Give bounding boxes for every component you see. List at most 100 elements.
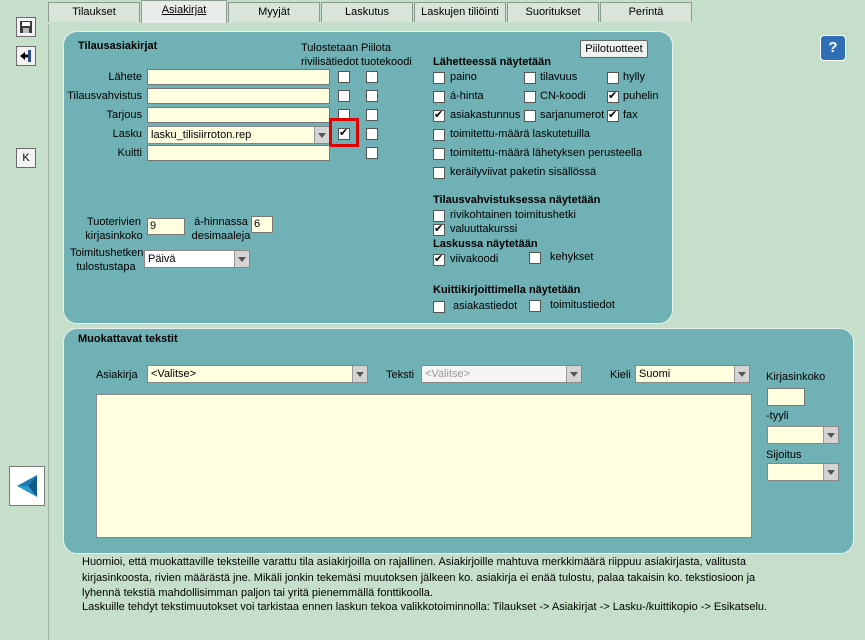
sarjanumerot-label: sarjanumerot xyxy=(540,109,605,121)
style-select[interactable] xyxy=(767,426,839,444)
chevron-down-icon xyxy=(823,427,838,443)
lahete-print-checkbox[interactable] xyxy=(338,71,350,83)
fax-checkbox[interactable] xyxy=(607,110,619,122)
kehykset-checkbox[interactable] xyxy=(529,252,541,264)
tab-label: Perintä xyxy=(628,6,664,18)
help-icon[interactable]: ? xyxy=(820,35,846,61)
valuuttakurssi-label: valuuttakurssi xyxy=(450,223,518,235)
decimals-input[interactable]: 6 xyxy=(251,216,273,233)
documents-title: Tilausasiakirjat xyxy=(78,40,158,52)
paino-label: paino xyxy=(450,71,477,83)
asiakirja-value: <Valitse> xyxy=(151,368,197,380)
documents-panel: Tilausasiakirjat Tulostetaan rivilisätie… xyxy=(63,31,673,324)
tilavuus-checkbox[interactable] xyxy=(524,72,536,84)
sarjanumerot-checkbox[interactable] xyxy=(524,110,536,122)
custom-texts-title: Muokattavat tekstit xyxy=(78,333,178,345)
kieli-label: Kieli xyxy=(610,369,631,381)
tab-label: Myyjät xyxy=(258,6,290,18)
cn-koodi-checkbox[interactable] xyxy=(524,91,536,103)
k-button[interactable]: K xyxy=(16,148,36,168)
lahete-hide-checkbox[interactable] xyxy=(366,71,378,83)
kieli-value: Suomi xyxy=(639,368,671,380)
lasku-select[interactable]: lasku_tilisiirroton.rep xyxy=(147,126,330,144)
chevron-down-icon xyxy=(352,366,367,382)
toimitustiedot-label: toimitustiedot xyxy=(550,299,615,311)
font-size-label-2: Kirjasinkoko xyxy=(766,371,826,383)
row-label-kuitti: Kuitti xyxy=(117,147,142,159)
rivikohtainen-checkbox[interactable] xyxy=(433,210,445,222)
viivakoodi-checkbox[interactable] xyxy=(433,254,445,266)
chevron-down-icon xyxy=(734,366,749,382)
hylly-checkbox[interactable] xyxy=(607,72,619,84)
row-label-tarjous: Tarjous xyxy=(106,109,142,121)
tab-label: Suoritukset xyxy=(525,6,581,18)
lasku-hide-checkbox[interactable] xyxy=(366,128,378,140)
row-label-lahete: Lähete xyxy=(108,71,142,83)
tab-suoritukset[interactable]: Suoritukset xyxy=(507,2,599,22)
delivery-label: Toimitushetken tulostustapa xyxy=(70,247,144,273)
delivery-select[interactable]: Päivä xyxy=(144,250,250,268)
note-text-2: Laskuille tehdyt tekstimuutokset voi tar… xyxy=(82,601,768,613)
receipt-title: Kuittikirjoittimella näytetään xyxy=(433,284,581,296)
tab-laskujen-tiliointi[interactable]: Laskujen tiliöinti xyxy=(414,2,506,22)
tab-tilaukset[interactable]: Tilaukset xyxy=(48,2,140,22)
logo-icon[interactable] xyxy=(9,466,45,506)
shipment-title: Lähetteessä näytetään xyxy=(433,56,551,68)
tilausvahvistus-hide-checkbox[interactable] xyxy=(366,90,378,102)
tab-label: Tilaukset xyxy=(72,6,116,18)
asiakastunnus-checkbox[interactable] xyxy=(433,110,445,122)
font-size-input[interactable]: 9 xyxy=(147,218,185,235)
teksti-value: <Valitse> xyxy=(425,368,471,380)
style-label: -tyyli xyxy=(766,410,789,422)
chevron-down-icon xyxy=(823,464,838,480)
kehykset-label: kehykset xyxy=(550,251,594,263)
toimitustiedot-checkbox[interactable] xyxy=(529,300,541,312)
custom-text-area[interactable] xyxy=(96,394,752,538)
invoice-title: Laskussa näytetään xyxy=(433,238,538,250)
asiakastiedot-checkbox[interactable] xyxy=(433,301,445,313)
row-label-tilausvahvistus: Tilausvahvistus xyxy=(67,90,142,102)
tab-bar: Tilaukset Asiakirjat Myyjät Laskutus Las… xyxy=(48,0,865,24)
a-hinta-label: á-hinta xyxy=(450,90,484,102)
a-hinta-checkbox[interactable] xyxy=(433,91,445,103)
kuitti-input[interactable] xyxy=(147,145,330,161)
save-icon[interactable] xyxy=(16,17,36,37)
tarjous-hide-checkbox[interactable] xyxy=(366,109,378,121)
tarjous-input[interactable] xyxy=(147,107,330,123)
hide-column-header: Piilota tuotekoodi xyxy=(361,42,412,68)
asiakirja-label: Asiakirja xyxy=(96,369,138,381)
paino-checkbox[interactable] xyxy=(433,72,445,84)
toimitettu-laskutetuilla-label: toimitettu-määrä laskutetuilla xyxy=(450,128,591,140)
kieli-select[interactable]: Suomi xyxy=(635,365,750,383)
tab-laskutus[interactable]: Laskutus xyxy=(321,2,413,22)
custom-font-size-input[interactable] xyxy=(767,388,805,406)
keraily-checkbox[interactable] xyxy=(433,167,445,179)
tilausvahvistus-print-checkbox[interactable] xyxy=(338,90,350,102)
position-select[interactable] xyxy=(767,463,839,481)
lasku-value: lasku_tilisiirroton.rep xyxy=(151,129,252,141)
note-text: Huomioi, että muokattaville teksteille v… xyxy=(82,556,756,599)
k-label: K xyxy=(22,152,30,164)
toimitettu-lahetys-checkbox[interactable] xyxy=(433,148,445,160)
delivery-value: Päivä xyxy=(148,253,176,265)
tab-label: Laskutus xyxy=(344,6,390,18)
valuuttakurssi-checkbox[interactable] xyxy=(433,224,445,236)
tab-perinta[interactable]: Perintä xyxy=(600,2,692,22)
decimals-label: á-hinnassa desimaaleja xyxy=(191,216,251,242)
tilavuus-label: tilavuus xyxy=(540,71,578,83)
lahete-input[interactable] xyxy=(147,69,330,85)
asiakirja-select[interactable]: <Valitse> xyxy=(147,365,368,383)
chevron-down-icon xyxy=(566,366,581,382)
puhelin-checkbox[interactable] xyxy=(607,91,619,103)
teksti-select[interactable]: <Valitse> xyxy=(421,365,582,383)
tilausvahvistus-input[interactable] xyxy=(147,88,330,104)
cn-koodi-label: CN-koodi xyxy=(540,90,586,102)
toimitettu-laskutetuilla-checkbox[interactable] xyxy=(433,129,445,141)
tab-myyjat[interactable]: Myyjät xyxy=(228,2,320,22)
chevron-down-icon xyxy=(234,251,249,267)
hidden-products-button[interactable]: Piilotuotteet xyxy=(580,40,648,58)
exit-icon[interactable] xyxy=(16,46,36,66)
teksti-label: Teksti xyxy=(386,369,415,381)
tab-asiakirjat[interactable]: Asiakirjat xyxy=(141,0,227,23)
kuitti-hide-checkbox[interactable] xyxy=(366,147,378,159)
